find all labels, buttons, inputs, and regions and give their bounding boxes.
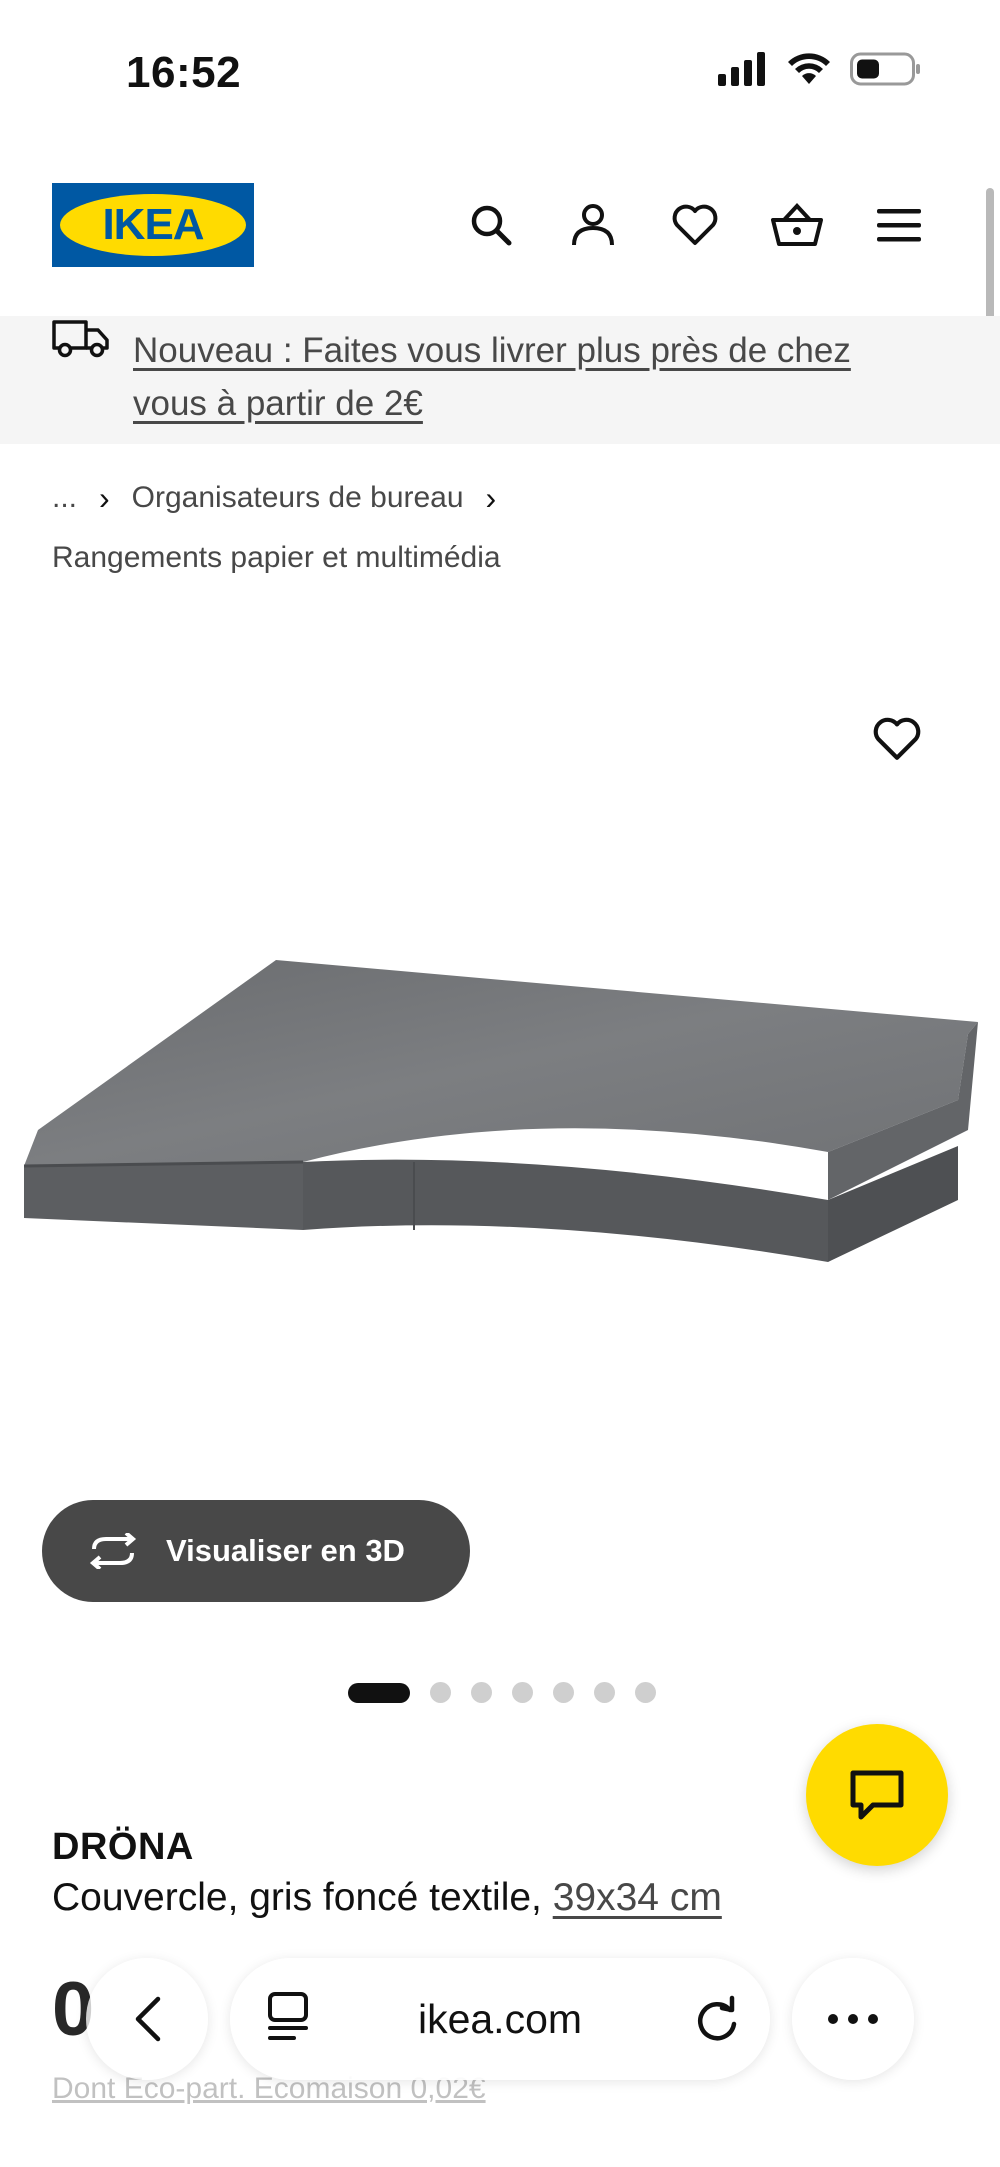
delivery-promo-link[interactable]: Nouveau : Faites vous livrer plus près d… — [133, 324, 933, 430]
more-dot-icon — [848, 2014, 858, 2024]
gallery-dot[interactable] — [553, 1682, 574, 1703]
address-url: ikea.com — [417, 1995, 583, 2042]
reload-icon[interactable] — [694, 1992, 740, 2044]
breadcrumb: ... › Organisateurs de bureau › Rangemen… — [52, 476, 952, 580]
wifi-icon — [788, 53, 830, 84]
menu-button[interactable] — [870, 196, 928, 254]
more-dot-icon — [868, 2014, 878, 2024]
header-actions — [462, 196, 928, 254]
status-icons — [718, 52, 920, 86]
browser-more-button[interactable] — [792, 1958, 914, 2080]
heart-icon — [672, 204, 718, 245]
user-icon — [572, 204, 614, 246]
rotate-3d-icon — [89, 1533, 137, 1569]
chat-button[interactable] — [806, 1724, 948, 1866]
basket-icon — [771, 203, 823, 246]
product-description: Couvercle, gris foncé textile, 39x34 cm — [52, 1876, 722, 1920]
breadcrumb-item-organisateurs[interactable]: Organisateurs de bureau — [132, 481, 464, 515]
gallery-dot[interactable] — [430, 1682, 451, 1703]
hamburger-menu-icon — [877, 209, 921, 242]
product-name: DRÖNA — [52, 1826, 194, 1868]
status-time: 16:52 — [126, 48, 242, 97]
breadcrumb-item-rangements[interactable]: Rangements papier et multimédia — [52, 536, 952, 580]
product-type: Couvercle, gris foncé textile, — [52, 1876, 553, 1919]
search-button[interactable] — [462, 196, 520, 254]
breadcrumb-separator: › — [485, 479, 497, 516]
status-bar: 16:52 — [0, 0, 1000, 150]
delivery-truck-icon — [52, 320, 109, 358]
view-3d-button[interactable]: Visualiser en 3D — [42, 1500, 470, 1602]
cart-button[interactable] — [768, 196, 826, 254]
gallery-dot[interactable] — [594, 1682, 615, 1703]
logo-text: IKEA — [102, 200, 204, 249]
chat-bubble-icon — [850, 1770, 904, 1820]
browser-toolbar: ikea.com — [0, 1958, 1000, 2088]
chevron-left-icon — [135, 1996, 161, 2042]
product-size-link[interactable]: 39x34 cm — [553, 1876, 722, 1919]
address-bar[interactable]: ikea.com — [230, 1958, 770, 2080]
more-dot-icon — [828, 2014, 838, 2024]
logo-oval: IKEA — [60, 194, 246, 256]
heart-icon — [873, 717, 921, 760]
product-image[interactable] — [18, 950, 982, 1330]
view-3d-label: Visualiser en 3D — [166, 1533, 405, 1568]
breadcrumb-ellipsis[interactable]: ... — [52, 481, 77, 515]
gallery-dot-active[interactable] — [348, 1682, 410, 1703]
breadcrumb-row: ... › Organisateurs de bureau › — [52, 476, 952, 520]
favorites-button[interactable] — [666, 196, 724, 254]
gallery-dot[interactable] — [635, 1682, 656, 1703]
gallery-pagination — [348, 1682, 656, 1703]
breadcrumb-separator: › — [99, 479, 110, 516]
browser-back-button[interactable] — [86, 1958, 208, 2080]
delivery-banner: Nouveau : Faites vous livrer plus près d… — [0, 316, 1000, 444]
ikea-logo[interactable]: IKEA — [52, 183, 254, 267]
product-favorite-button[interactable] — [872, 716, 924, 768]
cellular-signal-icon — [718, 52, 765, 86]
gallery-dot[interactable] — [512, 1682, 533, 1703]
site-header: IKEA — [0, 180, 1000, 270]
search-icon — [471, 205, 512, 246]
gallery-dot[interactable] — [471, 1682, 492, 1703]
account-button[interactable] — [564, 196, 622, 254]
battery-icon — [850, 52, 920, 86]
